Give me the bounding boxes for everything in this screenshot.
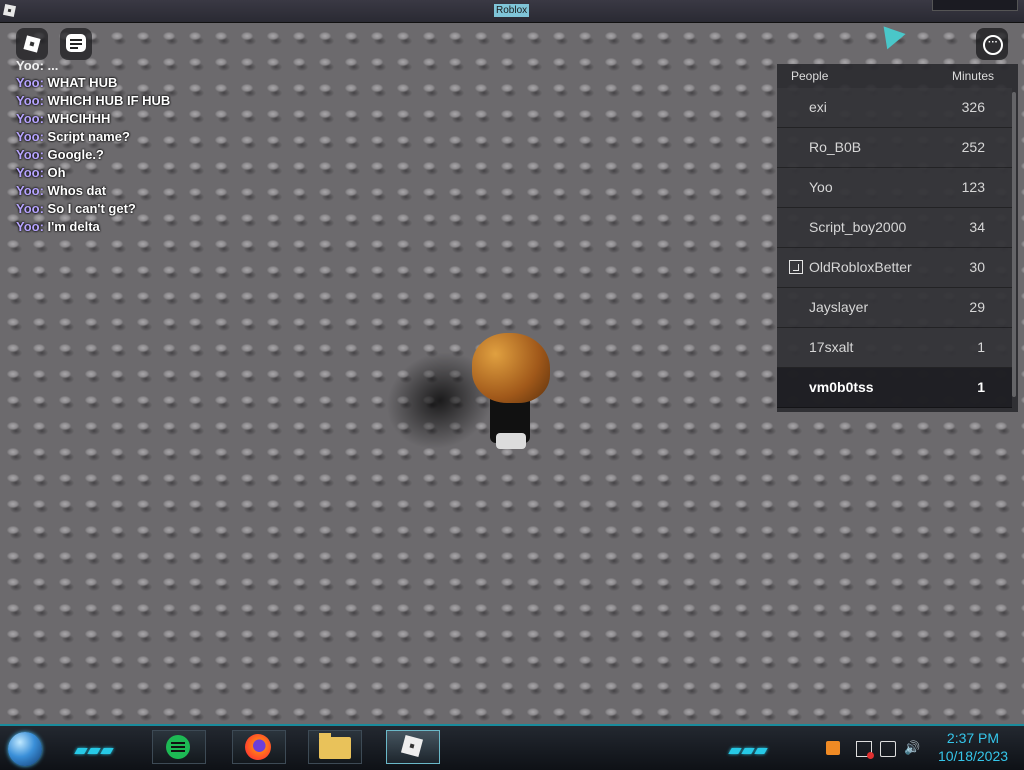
chat-icon: [66, 34, 86, 52]
avatar-leg: [496, 433, 526, 449]
player-minutes: 29: [969, 299, 985, 315]
player-name: 17sxalt: [809, 339, 854, 355]
roblox-app-icon: [2, 3, 17, 18]
player-name: OldRobloxBetter: [809, 259, 912, 275]
taskbar-roblox[interactable]: [386, 730, 440, 764]
chat-message: Yoo: Oh: [16, 165, 66, 180]
java-tray-icon[interactable]: [826, 741, 840, 755]
player-row[interactable]: 17sxalt 1: [777, 328, 1012, 368]
chat-message: Yoo: Whos dat: [16, 183, 107, 198]
taskbar-firefox[interactable]: [232, 730, 286, 764]
avatar-hair: [472, 333, 550, 403]
chat-message: Yoo: WHICH HUB IF HUB: [16, 93, 171, 108]
window-title: Roblox: [494, 4, 530, 17]
local-player-row[interactable]: vm0b0tss 1: [777, 368, 1012, 408]
player-minutes: 30: [969, 259, 985, 275]
taskbar-clock[interactable]: 2:37 PM 10/18/2023: [930, 729, 1016, 765]
leaderboard-header: People Minutes: [777, 64, 1018, 88]
player-row[interactable]: Script_boy2000 34: [777, 208, 1012, 248]
chat-message: Yoo: WHCIHHH: [16, 111, 111, 126]
leaderboard-rows: exi 326 Ro_B0B 252 Yoo 123 Script_boy2000 34…: [777, 88, 1012, 408]
player-row[interactable]: Jayslayer 29: [777, 288, 1012, 328]
chat-message: Yoo: Script name?: [16, 129, 130, 144]
taskbar-spotify[interactable]: [152, 730, 206, 764]
taskbar-decoration: [74, 741, 118, 754]
column-minutes: Minutes: [951, 69, 994, 83]
chat-message: Yoo: Google.?: [16, 147, 104, 162]
network-icon[interactable]: [880, 741, 896, 757]
chat-clipped-message: Yoo: ...: [16, 60, 59, 73]
chat-message: Yoo: So I can't get?: [16, 201, 136, 216]
leaderboard-scrollbar[interactable]: [1012, 92, 1016, 397]
chat-message: Yoo: I'm delta: [16, 219, 100, 234]
player-row[interactable]: Ro_B0B 252: [777, 128, 1012, 168]
player-name: Yoo: [809, 179, 833, 195]
window-controls[interactable]: [932, 0, 1018, 11]
player-minutes: 34: [969, 219, 985, 235]
file-manager-icon: [319, 733, 351, 759]
chat-window: Yoo: ... Yoo: WHAT HUB Yoo: WHICH HUB IF…: [16, 60, 316, 236]
player-row[interactable]: exi 326: [777, 88, 1012, 128]
player-row[interactable]: Yoo 123: [777, 168, 1012, 208]
chat-message: Yoo: WHAT HUB: [16, 75, 118, 90]
clock-time: 2:37 PM: [946, 730, 1000, 746]
player-minutes: 326: [961, 99, 985, 115]
premium-icon: [789, 260, 803, 274]
player-name: exi: [809, 99, 827, 115]
player-name: vm0b0tss: [809, 379, 874, 395]
player-name: Script_boy2000: [809, 219, 907, 235]
player-name: Ro_B0B: [809, 139, 862, 155]
clock-date: 10/18/2023: [937, 748, 1009, 764]
taskbar-file-manager[interactable]: [308, 730, 362, 764]
player-leaderboard[interactable]: People Minutes exi 326 Ro_B0B 252 Yoo 123 S…: [777, 64, 1018, 412]
player-row[interactable]: OldRobloxBetter 30: [777, 248, 1012, 288]
firefox-icon: [245, 734, 271, 760]
player-name: Jayslayer: [809, 299, 869, 315]
player-minutes: 123: [961, 179, 985, 195]
window-titlebar[interactable]: Roblox: [0, 0, 1024, 23]
player-minutes: 252: [961, 139, 985, 155]
pdf-tray-icon[interactable]: [856, 741, 874, 759]
ellipsis-icon: ···: [983, 35, 1003, 55]
taskbar: 🔊 2:37 PM 10/18/2023: [0, 724, 1024, 770]
volume-icon[interactable]: 🔊: [904, 741, 920, 755]
roblox-menu-button[interactable]: [16, 28, 48, 60]
chat-toggle-button[interactable]: [60, 28, 92, 60]
player-minutes: 1: [977, 379, 985, 395]
start-menu-button[interactable]: [8, 732, 42, 766]
roblox-icon: [400, 734, 424, 758]
spotify-icon: [166, 735, 190, 759]
more-options-button[interactable]: ···: [976, 28, 1008, 60]
player-minutes: 1: [977, 339, 985, 355]
taskbar-decoration: [728, 741, 772, 754]
column-people: People: [791, 69, 829, 83]
